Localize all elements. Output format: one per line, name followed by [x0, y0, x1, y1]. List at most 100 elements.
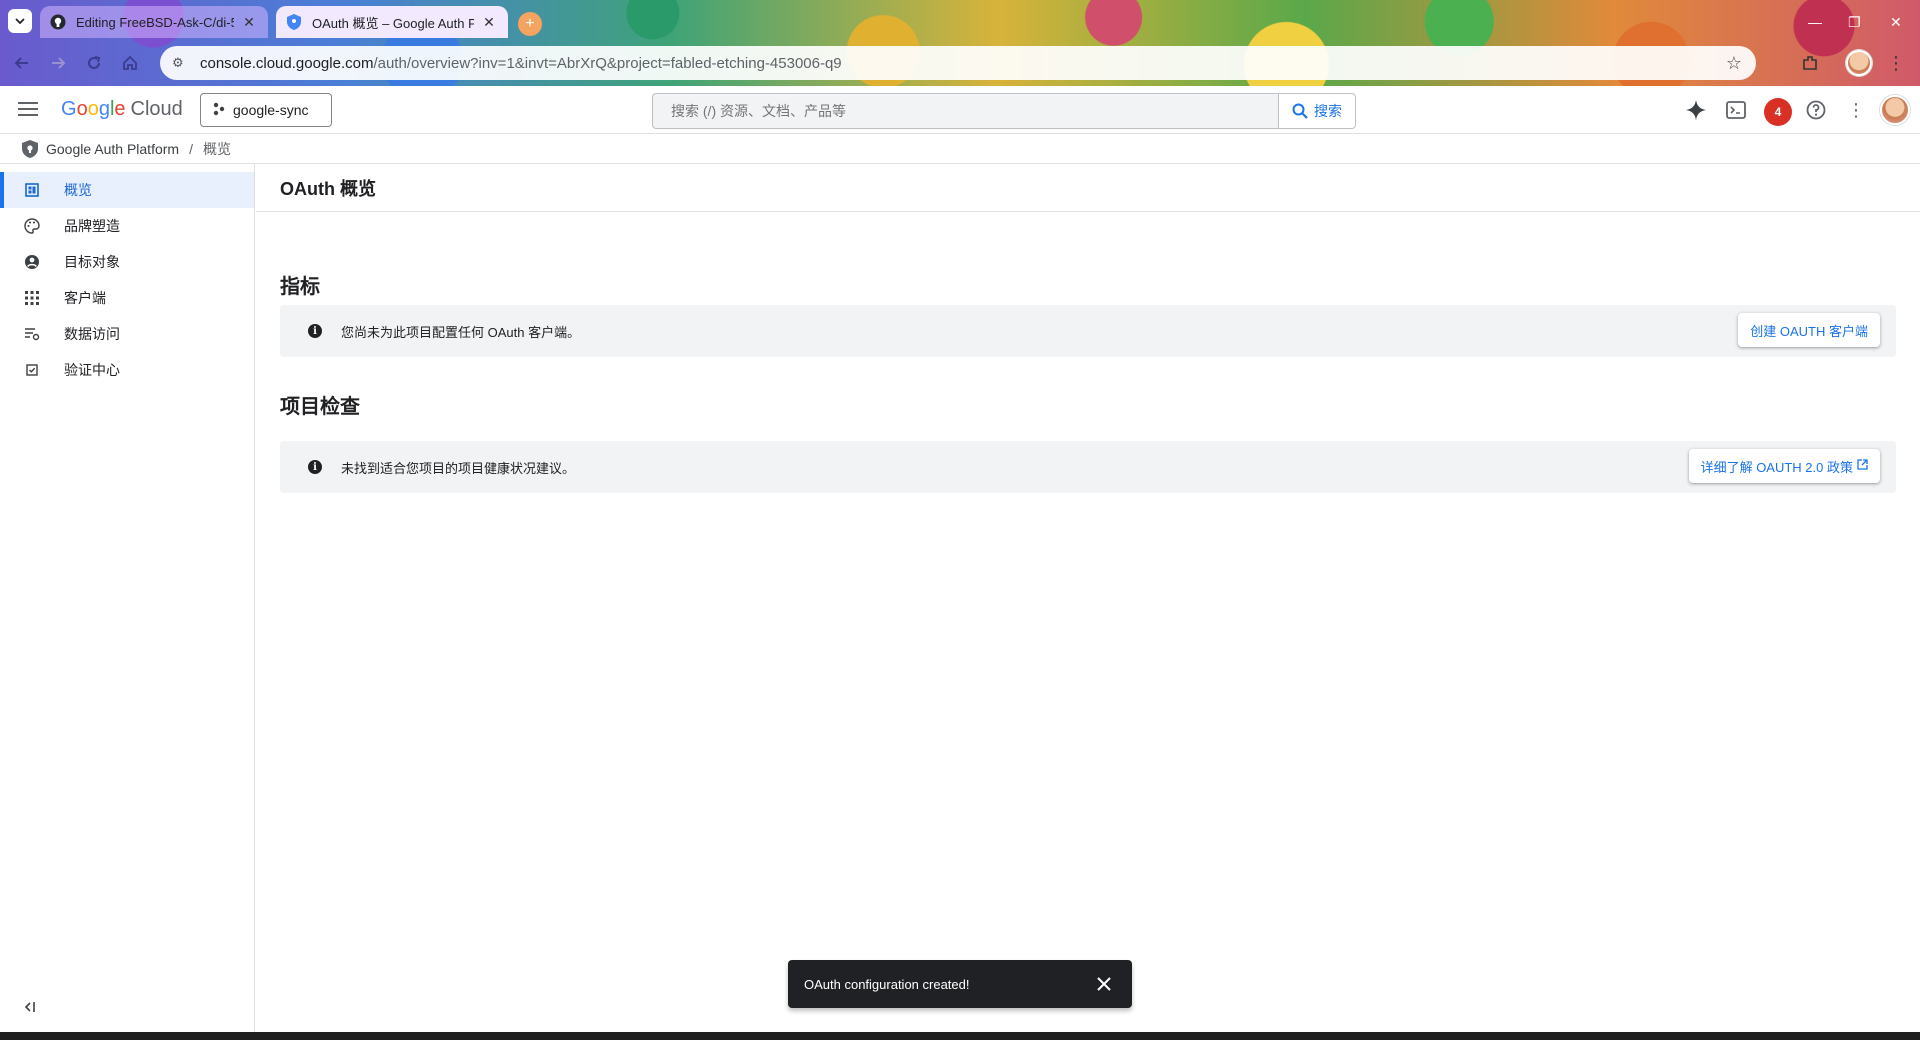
gemini-sparkle-icon[interactable] — [1682, 96, 1710, 124]
back-button[interactable] — [8, 49, 36, 77]
minimize-icon[interactable]: — — [1808, 14, 1822, 30]
snackbar-message: OAuth configuration created! — [804, 976, 970, 992]
metrics-message: 您尚未为此项目配置任何 OAuth 客户端。 — [341, 324, 581, 340]
sidebar-item-label: 目标对象 — [64, 254, 120, 270]
url-path: /auth/overview?inv=1&invt=AbrXrQ&project… — [373, 54, 842, 72]
info-icon: i — [308, 460, 322, 474]
project-picker-button[interactable]: google-sync — [200, 93, 332, 127]
home-icon — [123, 55, 137, 70]
account-avatar[interactable] — [1880, 95, 1910, 125]
project-name: google-sync — [233, 102, 309, 118]
left-sidebar: 概览 品牌塑造 目标对象 客户端 数据访问 验证中心 — [0, 164, 255, 1032]
sidebar-item-label: 数据访问 — [64, 326, 120, 342]
bookmark-star-icon[interactable]: ☆ — [1726, 53, 1742, 74]
project-hierarchy-icon — [213, 102, 225, 119]
browser-chrome: Editing FreeBSD-Ask-C/di-5 ✕ OAuth 概览 – … — [0, 0, 1920, 86]
logo-cloud-text: Cloud — [130, 98, 183, 120]
page-title: OAuth 概览 — [280, 178, 376, 199]
sidebar-item-audience[interactable]: 目标对象 — [0, 244, 254, 280]
tab-editing-freebsd[interactable]: Editing FreeBSD-Ask-C/di-5 ✕ — [40, 6, 268, 38]
learn-oauth-policy-button[interactable]: 详细了解 OAUTH 2.0 政策 — [1688, 449, 1880, 483]
cloud-console-header: GoogleCloud google-sync 搜索 4 ⋮ — [0, 86, 1920, 134]
tab-title: Editing FreeBSD-Ask-C/di-5 — [76, 14, 234, 30]
address-bar[interactable]: ⚙ console.cloud.google.com/auth/overview… — [160, 46, 1756, 80]
logo-letter: o — [76, 98, 88, 120]
home-button[interactable] — [116, 49, 144, 77]
sidebar-item-label: 验证中心 — [64, 362, 120, 378]
forward-button[interactable] — [44, 49, 72, 77]
close-icon[interactable]: ✕ — [480, 14, 498, 31]
verified-icon — [24, 362, 40, 378]
reload-button[interactable] — [80, 49, 108, 77]
site-info-icon[interactable]: ⚙ — [172, 55, 192, 71]
close-icon[interactable]: ✕ — [240, 14, 258, 31]
data-access-icon — [24, 326, 40, 342]
tab-strip: Editing FreeBSD-Ask-C/di-5 ✕ OAuth 概览 – … — [0, 4, 1920, 40]
dashboard-icon — [24, 182, 40, 198]
browser-menu-icon[interactable]: ⋮ — [1886, 48, 1906, 78]
apps-grid-icon — [24, 290, 40, 306]
logo-letter: o — [87, 98, 99, 120]
more-vert-icon[interactable]: ⋮ — [1842, 96, 1870, 124]
extensions-icon[interactable] — [1796, 48, 1824, 78]
github-icon — [50, 14, 66, 30]
metrics-heading: 指标 — [280, 276, 320, 298]
sidebar-item-data-access[interactable]: 数据访问 — [0, 316, 254, 352]
sidebar-item-label: 概览 — [64, 182, 92, 198]
breadcrumb-current: 概览 — [202, 140, 231, 157]
breadcrumb-separator: / — [189, 140, 193, 157]
chevron-down-icon — [15, 18, 25, 25]
arrow-left-icon — [14, 57, 28, 69]
hamburger-menu-icon[interactable] — [16, 98, 40, 122]
logo-letter: e — [114, 98, 126, 120]
sidebar-item-label: 客户端 — [64, 290, 106, 306]
breadcrumb: Google Auth Platform / 概览 — [0, 134, 1920, 164]
sidebar-item-clients[interactable]: 客户端 — [0, 280, 254, 316]
learn-oauth-policy-label: 详细了解 OAUTH 2.0 政策 — [1700, 459, 1853, 475]
logo-letter: G — [61, 98, 77, 120]
reload-icon — [88, 56, 101, 69]
browser-profile-avatar[interactable] — [1846, 50, 1872, 76]
cloud-shell-icon[interactable] — [1722, 96, 1750, 124]
page-title-bar: OAuth 概览 — [256, 164, 1920, 212]
tab-title: OAuth 概览 – Google Auth Platform — [312, 15, 474, 31]
shield-icon — [286, 14, 302, 30]
info-icon: i — [308, 324, 322, 338]
sidebar-item-verification-center[interactable]: 验证中心 — [0, 352, 254, 388]
main-content: OAuth 概览 指标 i 您尚未为此项目配置任何 OAuth 客户端。 创建 … — [256, 164, 1920, 1032]
search-button[interactable]: 搜索 — [1278, 93, 1356, 129]
google-cloud-logo[interactable]: Google Cloud — [61, 98, 183, 121]
create-oauth-client-button[interactable]: 创建 OAUTH 客户端 — [1738, 313, 1880, 347]
browser-toolbar: ⚙ console.cloud.google.com/auth/overview… — [0, 44, 1920, 82]
collapse-sidebar-icon[interactable] — [24, 1000, 36, 1016]
close-icon[interactable] — [1092, 972, 1116, 996]
sidebar-item-branding[interactable]: 品牌塑造 — [0, 208, 254, 244]
project-checkup-heading: 项目检查 — [280, 396, 360, 418]
url-host: console.cloud.google.com — [200, 54, 374, 72]
snackbar-toast: OAuth configuration created! — [788, 960, 1132, 1008]
checkup-message: 未找到适合您项目的项目健康状况建议。 — [341, 460, 576, 476]
open-in-new-icon — [1857, 459, 1868, 473]
metrics-info-card: i 您尚未为此项目配置任何 OAuth 客户端。 创建 OAUTH 客户端 — [280, 305, 1896, 357]
checkup-info-card: i 未找到适合您项目的项目健康状况建议。 详细了解 OAUTH 2.0 政策 — [280, 441, 1896, 493]
search-input[interactable] — [652, 93, 1278, 129]
sidebar-item-overview[interactable]: 概览 — [0, 172, 254, 208]
tab-oauth-overview[interactable]: OAuth 概览 – Google Auth Platform ✕ — [276, 6, 508, 38]
logo-letter: g — [98, 98, 110, 120]
new-tab-button[interactable]: + — [518, 12, 542, 36]
help-icon[interactable] — [1802, 96, 1830, 124]
account-icon — [24, 254, 40, 270]
search-icon — [1292, 103, 1308, 119]
auth-platform-shield-icon — [22, 139, 38, 158]
arrow-right-icon — [52, 57, 66, 69]
sidebar-item-label: 品牌塑造 — [64, 218, 120, 234]
close-window-icon[interactable]: ✕ — [1890, 14, 1902, 31]
restore-icon[interactable]: ❐ — [1848, 14, 1861, 31]
search-button-label: 搜索 — [1314, 103, 1342, 119]
breadcrumb-product[interactable]: Google Auth Platform — [46, 141, 179, 157]
notifications-badge[interactable]: 4 — [1764, 98, 1792, 126]
create-oauth-client-label: 创建 OAUTH 客户端 — [1750, 323, 1868, 339]
tab-search-button[interactable] — [8, 9, 32, 33]
palette-icon — [24, 218, 40, 234]
os-taskbar — [0, 1032, 1920, 1040]
